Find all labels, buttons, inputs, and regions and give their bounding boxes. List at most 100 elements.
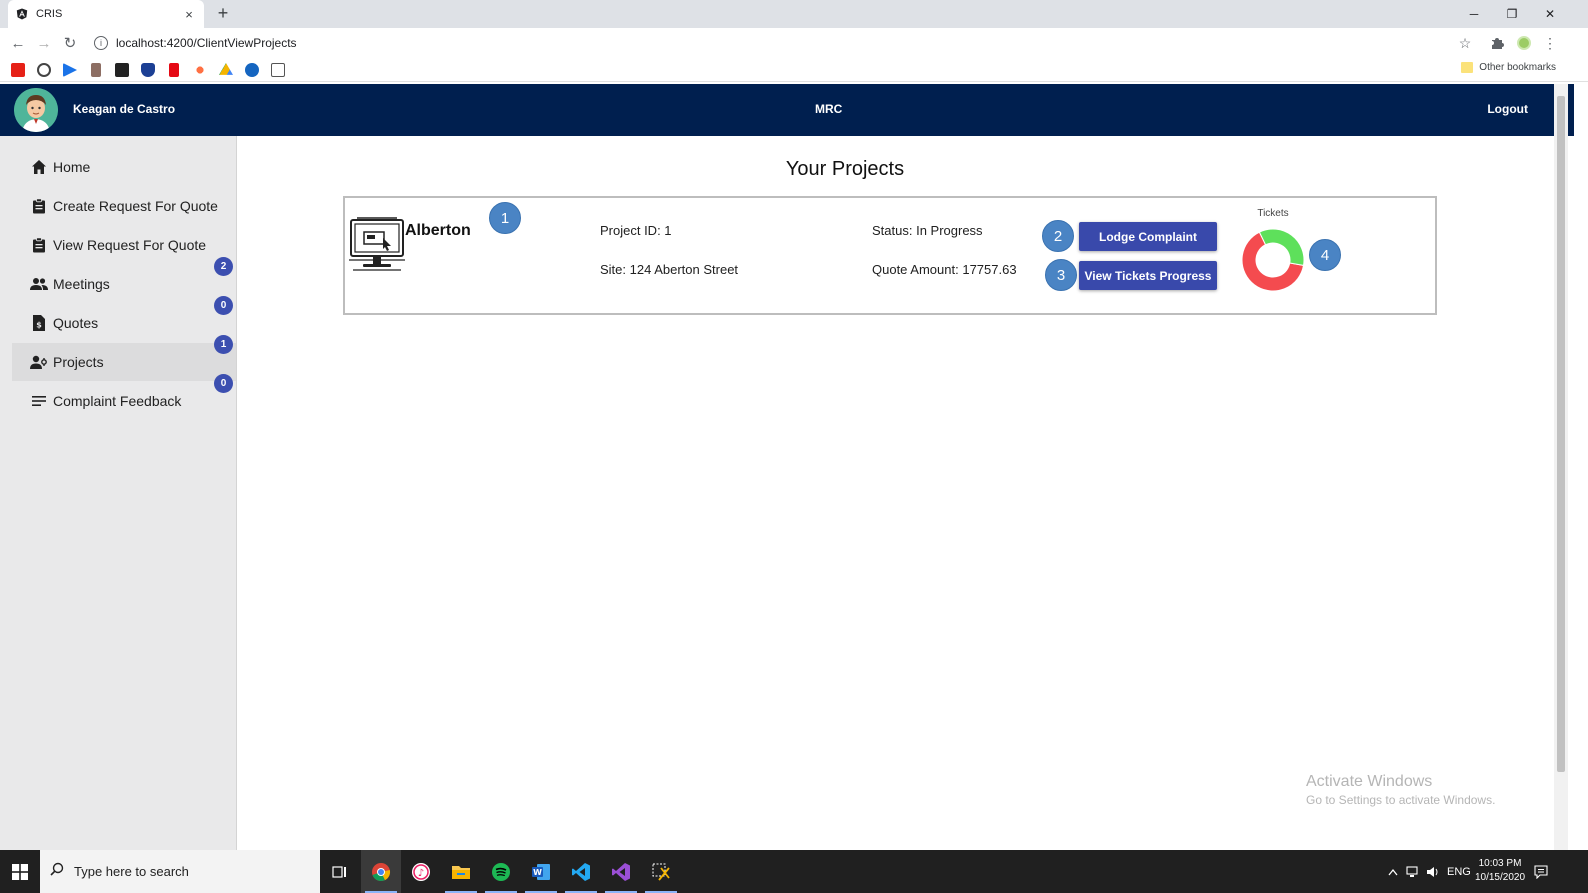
figure-bookmark-icon[interactable] — [91, 63, 101, 77]
network-icon[interactable] — [1406, 850, 1420, 893]
windows-activation-watermark: Activate Windows Go to Settings to activ… — [1306, 773, 1495, 807]
extensions-puzzle-icon[interactable] — [1488, 34, 1506, 52]
sidebar-item-view-rfq[interactable]: View Request For Quote — [12, 226, 236, 264]
visual-studio-taskbar-icon[interactable] — [601, 850, 641, 893]
project-site: Site: 124 Aberton Street — [600, 262, 739, 277]
browser-tab-bar: CRIS × + ─ ❐ ✕ — [0, 0, 1588, 28]
play-bookmark-icon[interactable] — [63, 63, 77, 77]
site-info-icon[interactable]: i — [94, 36, 108, 50]
browser-menu-icon[interactable]: ⋮ — [1541, 34, 1559, 52]
logout-link[interactable]: Logout — [1487, 102, 1528, 116]
sidebar-item-label: Create Request For Quote — [53, 198, 218, 214]
tickets-donut-chart[interactable] — [1241, 228, 1305, 292]
sidebar-item-meetings[interactable]: Meetings — [12, 265, 236, 303]
vscode-taskbar-icon[interactable] — [561, 850, 601, 893]
page-title: Your Projects — [785, 158, 905, 180]
person-manage-icon — [30, 353, 48, 371]
avatar[interactable] — [14, 88, 58, 132]
reload-icon[interactable]: ↻ — [60, 33, 80, 53]
sidebar-item-create-rfq[interactable]: Create Request For Quote — [12, 187, 236, 225]
address-bar[interactable]: i localhost:4200/ClientViewProjects — [94, 31, 1494, 55]
itunes-taskbar-icon[interactable]: ♪ — [401, 850, 441, 893]
sidebar-item-home[interactable]: Home — [12, 148, 236, 186]
page-scrollbar[interactable] — [1554, 84, 1568, 850]
back-arrow-icon[interactable]: ← — [8, 33, 28, 53]
imdb-bookmark-icon[interactable] — [115, 63, 129, 77]
search-placeholder: Type here to search — [74, 864, 189, 879]
drive-bookmark-icon[interactable] — [219, 63, 233, 75]
computer-monitor-icon — [347, 216, 407, 274]
clipboard-icon — [30, 236, 48, 254]
windows-start-icon[interactable] — [0, 850, 40, 893]
marker-4: 4 — [1309, 239, 1341, 271]
browser-tab[interactable]: CRIS × — [8, 0, 204, 28]
app-header: Keagan de Castro MRC Logout — [0, 84, 1574, 136]
invoice-icon: $ — [30, 314, 48, 332]
tab-close-icon[interactable]: × — [182, 7, 196, 22]
sidebar-item-label: Meetings — [53, 276, 110, 292]
project-name: Alberton — [405, 222, 471, 239]
svg-text:♪: ♪ — [418, 868, 424, 879]
minimize-button[interactable]: ─ — [1455, 0, 1493, 28]
other-bookmarks-label: Other bookmarks — [1479, 62, 1556, 73]
scrollbar-thumb[interactable] — [1557, 96, 1565, 772]
sidebar-item-label: Quotes — [53, 315, 99, 331]
sidebar: Home Create Request For Quote View Reque… — [0, 136, 237, 850]
sbr-bookmark-icon[interactable] — [271, 63, 285, 77]
windows-taskbar: Type here to search ♪ W ENG 10:03 PM 10/… — [0, 850, 1588, 893]
sidebar-item-label: Home — [53, 159, 91, 175]
window-close-button[interactable]: ✕ — [1531, 0, 1569, 28]
projects-count-badge: 1 — [214, 335, 233, 354]
clock-time: 10:03 PM — [1478, 858, 1522, 869]
home-icon — [30, 158, 48, 176]
sidebar-item-complaint-feedback[interactable]: Complaint Feedback — [12, 382, 236, 420]
other-bookmarks[interactable]: Other bookmarks — [1461, 62, 1556, 73]
user-name: Keagan de Castro — [73, 102, 176, 116]
sidebar-item-label: Projects — [53, 354, 104, 370]
sidebar-item-projects[interactable]: Projects — [12, 343, 236, 381]
sidebar-item-label: View Request For Quote — [53, 237, 207, 253]
spotify-taskbar-icon[interactable] — [481, 850, 521, 893]
angular-favicon-icon — [16, 8, 28, 20]
brand-title[interactable]: MRC — [815, 102, 842, 116]
complaints-count-badge: 0 — [214, 374, 233, 393]
profile-avatar-icon[interactable] — [1515, 34, 1533, 52]
notifications-icon[interactable] — [1534, 850, 1548, 893]
taskbar-clock[interactable]: 10:03 PM 10/15/2020 — [1468, 857, 1532, 885]
view-tickets-progress-button[interactable]: View Tickets Progress — [1079, 261, 1217, 290]
task-view-icon[interactable] — [320, 850, 360, 893]
donut-slice-1[interactable] — [1258, 228, 1305, 266]
snipping-tool-taskbar-icon[interactable] — [641, 850, 681, 893]
sidebar-item-quotes[interactable]: $ Quotes — [12, 304, 236, 342]
address-url: localhost:4200/ClientViewProjects — [116, 36, 297, 50]
svg-text:W: W — [533, 868, 542, 877]
shield-bookmark-icon[interactable] — [141, 63, 155, 77]
speedometer-bookmark-icon[interactable] — [37, 63, 51, 77]
clipboard-icon — [30, 197, 48, 215]
taskbar-search-input[interactable]: Type here to search — [40, 850, 320, 893]
marker-3: 3 — [1045, 259, 1077, 291]
lodge-complaint-button[interactable]: Lodge Complaint — [1079, 222, 1217, 251]
new-tab-button[interactable]: + — [212, 3, 234, 24]
netflix-bookmark-icon[interactable] — [169, 63, 179, 77]
chrome-taskbar-icon[interactable] — [361, 850, 401, 893]
show-hidden-icons[interactable] — [1388, 850, 1398, 893]
youtube-bookmark-icon[interactable] — [11, 63, 25, 77]
word-taskbar-icon[interactable]: W — [521, 850, 561, 893]
chart-title: Tickets — [1257, 208, 1289, 219]
browser-toolbar: ← → ↻ i localhost:4200/ClientViewProject… — [0, 28, 1588, 58]
svg-text:$: $ — [36, 321, 42, 330]
project-status: Status: In Progress — [872, 223, 983, 238]
quotes-count-badge: 0 — [214, 296, 233, 315]
dots-bookmark-icon[interactable] — [193, 63, 207, 77]
marker-1: 1 — [489, 202, 521, 234]
volume-icon[interactable] — [1426, 850, 1440, 893]
bookmark-star-icon[interactable]: ☆ — [1456, 34, 1474, 52]
people-icon — [30, 275, 48, 293]
file-explorer-taskbar-icon[interactable] — [441, 850, 481, 893]
restore-button[interactable]: ❐ — [1493, 0, 1531, 28]
circle-bookmark-icon[interactable] — [245, 63, 259, 77]
list-icon — [30, 392, 48, 410]
forward-arrow-icon[interactable]: → — [34, 33, 54, 53]
search-icon — [50, 862, 64, 881]
